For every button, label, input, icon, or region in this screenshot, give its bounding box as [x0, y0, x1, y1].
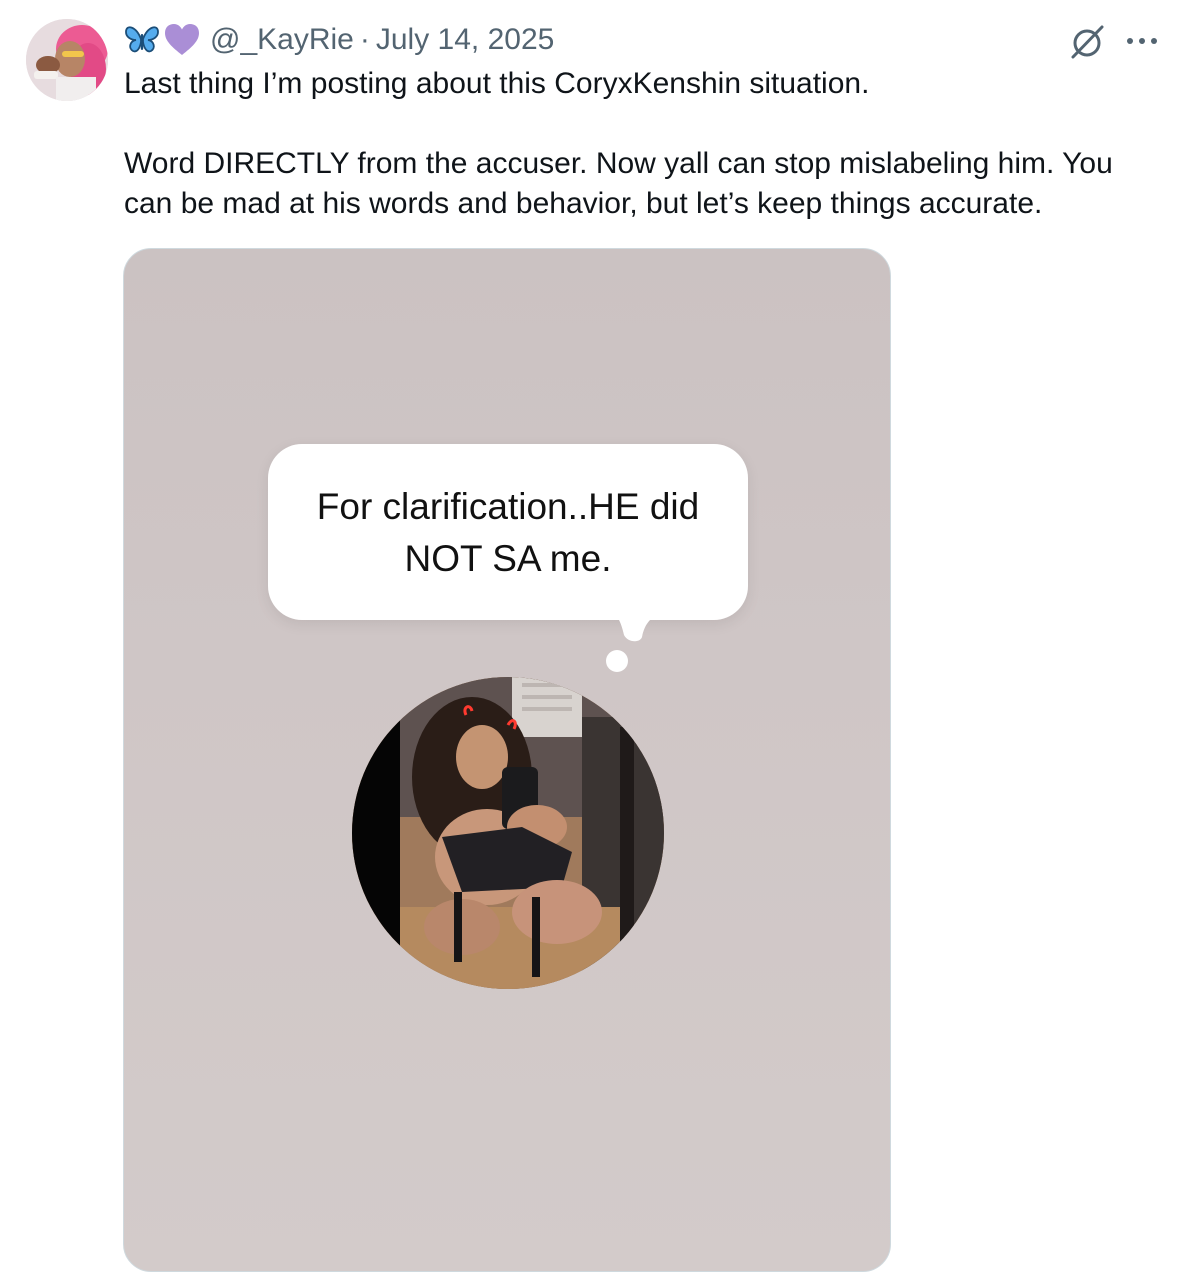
tweet-header: @_KayRie · July 14, 2025 [124, 20, 554, 60]
grok-icon[interactable] [1067, 22, 1107, 62]
speech-bubble: For clarification..HE did NOT SA me. [268, 444, 748, 620]
speech-bubble-line: For clarification..HE did [316, 486, 700, 527]
profile-photo-circle [352, 677, 664, 989]
speech-bubble-text: For clarification..HE did NOT SA me. [288, 481, 728, 585]
tweet-date[interactable]: July 14, 2025 [376, 23, 554, 57]
purple-heart-icon [164, 22, 200, 58]
tweet-media-image[interactable]: For clarification..HE did NOT SA me. [123, 248, 891, 1272]
more-options-icon[interactable] [1122, 22, 1162, 62]
user-handle[interactable]: @_KayRie [210, 23, 354, 57]
thought-dot [606, 650, 628, 672]
butterfly-icon [124, 22, 160, 58]
tweet-text: Last thing I’m posting about this CoryxK… [124, 64, 1144, 224]
header-separator: · [359, 23, 370, 56]
speech-bubble-line: NOT SA me. [404, 538, 612, 579]
speech-bubble-tail [614, 613, 660, 642]
tweet-text-line: Last thing I’m posting about this CoryxK… [124, 67, 870, 100]
tweet-text-line: can be mad at his words and behavior, bu… [124, 187, 1043, 220]
avatar[interactable] [26, 19, 108, 101]
tweet-text-line: Word DIRECTLY from the accuser. Now yall… [124, 147, 1113, 180]
